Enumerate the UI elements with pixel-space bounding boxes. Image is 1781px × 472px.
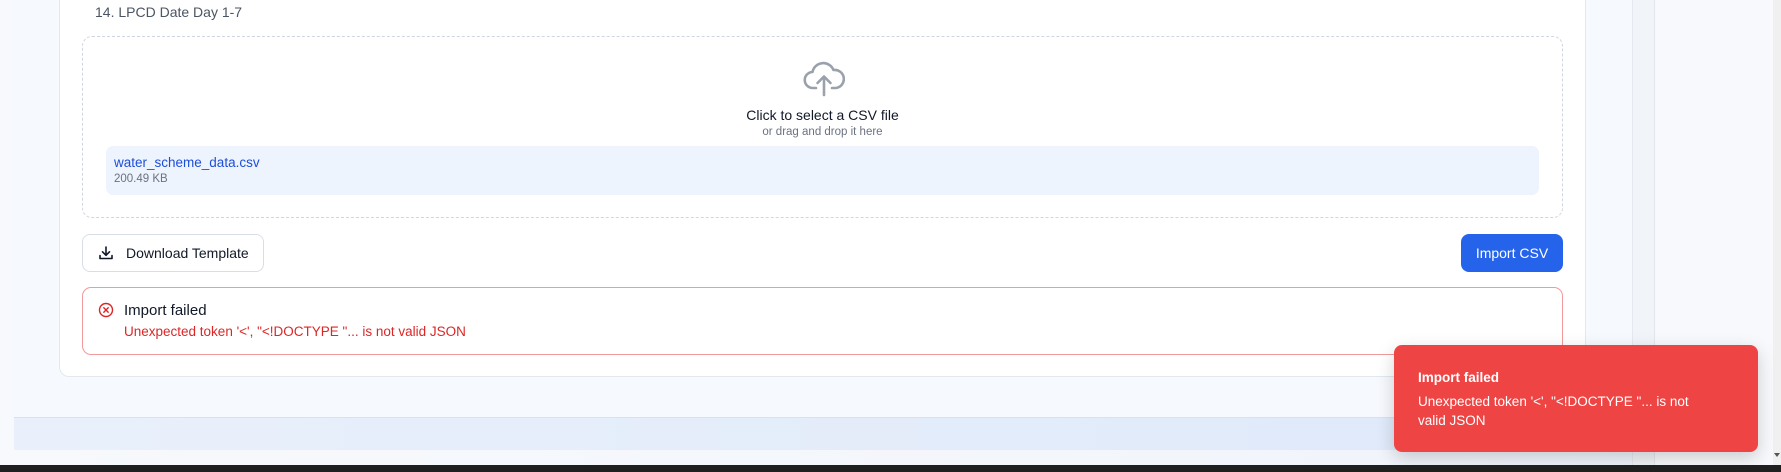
selected-file: water_scheme_data.csv 200.49 KB xyxy=(106,146,1539,195)
import-csv-button[interactable]: Import CSV xyxy=(1461,234,1563,272)
import-csv-label: Import CSV xyxy=(1475,245,1549,261)
scrollbar[interactable] xyxy=(1773,0,1781,466)
footer-bar xyxy=(14,417,1632,450)
dropzone-subtitle: or drag and drop it here xyxy=(762,126,883,138)
error-title: Import failed xyxy=(124,302,207,319)
taskbar xyxy=(0,465,1781,472)
file-size: 200.49 KB xyxy=(114,173,168,185)
error-toast: Import failed Unexpected token '<', "<!D… xyxy=(1394,345,1758,452)
dropzone-title: Click to select a CSV file xyxy=(746,107,899,123)
error-message: Unexpected token '<', "<!DOCTYPE "... is… xyxy=(124,324,466,339)
cloud-upload-icon xyxy=(803,61,845,97)
scroll-down-arrow-icon[interactable] xyxy=(1774,453,1780,457)
csv-dropzone[interactable]: Click to select a CSV file or drag and d… xyxy=(82,36,1563,218)
download-template-label: Download Template xyxy=(126,245,249,261)
toast-message: Unexpected token '<', "<!DOCTYPE "... is… xyxy=(1418,394,1689,428)
download-icon xyxy=(99,246,113,260)
file-name: water_scheme_data.csv xyxy=(114,155,260,170)
error-alert: Import failed Unexpected token '<', "<!D… xyxy=(82,287,1563,355)
toast-title: Import failed xyxy=(1418,370,1500,385)
download-template-button[interactable]: Download Template xyxy=(82,234,264,272)
x-circle-icon xyxy=(98,302,114,318)
instruction-item: 14. LPCD Date Day 1-7 xyxy=(95,4,243,20)
